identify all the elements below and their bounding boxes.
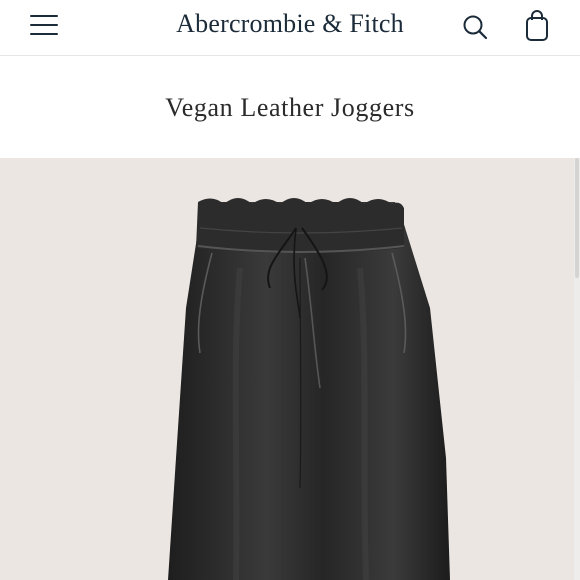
product-title-bar: Vegan Leather Joggers [0,57,580,158]
product-title: Vegan Leather Joggers [165,93,415,122]
search-icon[interactable] [460,12,490,42]
brand-logo[interactable]: Abercrombie & Fitch [0,9,580,39]
product-image[interactable] [0,158,580,580]
scrollbar-thumb[interactable] [575,158,579,278]
shopping-bag-icon[interactable] [522,10,552,42]
site-header: Abercrombie & Fitch [0,0,580,56]
scrollbar[interactable] [574,158,580,580]
waistband [196,198,404,253]
joggers-illustration [168,198,450,580]
